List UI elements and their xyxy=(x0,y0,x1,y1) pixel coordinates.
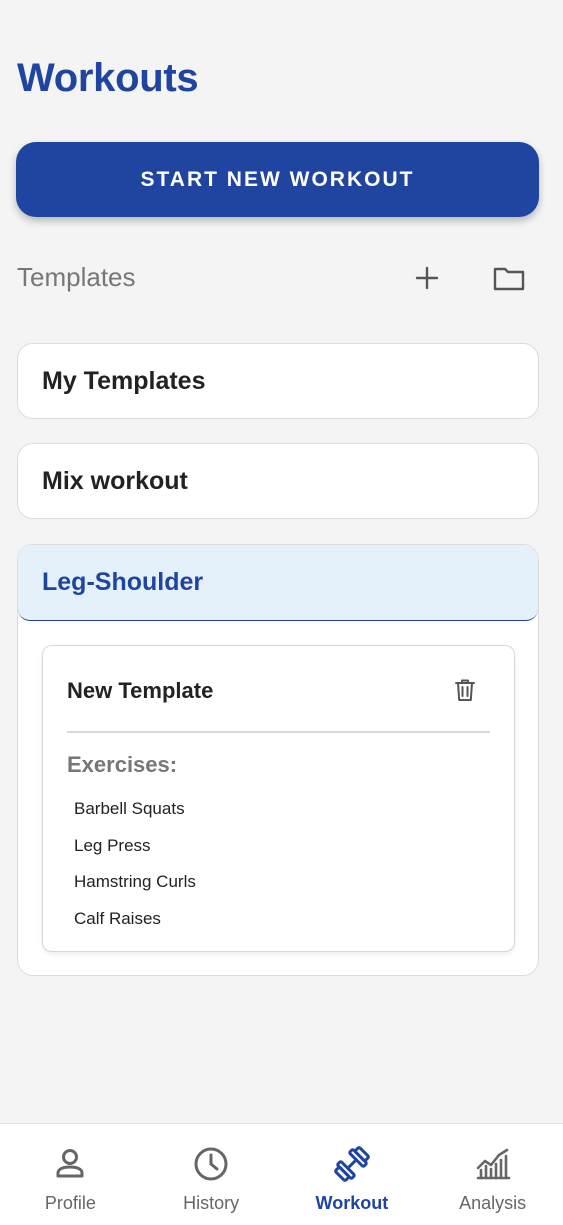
exercise-item: Barbell Squats xyxy=(74,799,185,818)
nav-item-workout[interactable]: Workout xyxy=(282,1124,423,1225)
nav-item-profile[interactable]: Profile xyxy=(0,1124,141,1225)
nav-label: Analysis xyxy=(459,1193,527,1213)
template-card[interactable]: New Template Exercises: Barbell Squats L… xyxy=(42,645,515,952)
start-new-workout-button[interactable]: START NEW WORKOUT xyxy=(16,142,539,217)
dumbbell-icon xyxy=(332,1144,372,1184)
templates-header: Templates xyxy=(17,258,547,298)
divider xyxy=(67,731,490,733)
nav-label: Profile xyxy=(44,1193,96,1213)
nav-label: Workout xyxy=(315,1193,389,1213)
bottom-navigation: Profile History Workout Analysis xyxy=(0,1123,563,1225)
templates-section-label: Templates xyxy=(17,262,136,292)
folder-leg-shoulder: Leg-Shoulder New Template Exercises: Bar… xyxy=(17,544,539,976)
exercise-list: Barbell Squats Leg Press Hamstring Curls… xyxy=(74,798,196,944)
folder-my-templates[interactable]: My Templates xyxy=(17,343,539,419)
nav-item-history[interactable]: History xyxy=(141,1124,282,1225)
exercise-item: Hamstring Curls xyxy=(74,872,196,891)
nav-label: History xyxy=(183,1193,240,1213)
folder-title: Mix workout xyxy=(42,466,188,495)
template-name: New Template xyxy=(67,678,214,703)
exercises-label: Exercises: xyxy=(67,752,178,777)
new-folder-icon[interactable] xyxy=(491,260,527,296)
person-icon xyxy=(50,1144,90,1184)
nav-item-analysis[interactable]: Analysis xyxy=(422,1124,563,1225)
trash-icon[interactable] xyxy=(451,676,479,704)
folder-title-expanded[interactable]: Leg-Shoulder xyxy=(18,545,538,621)
add-template-icon[interactable] xyxy=(409,260,445,296)
exercise-item: Leg Press xyxy=(74,835,151,855)
page-title: Workouts xyxy=(17,56,199,100)
workouts-screen: Workouts START NEW WORKOUT Templates My … xyxy=(0,0,563,1225)
folder-title: My Templates xyxy=(42,366,206,395)
folder-mix-workout[interactable]: Mix workout xyxy=(17,443,539,519)
exercise-item: Calf Raises xyxy=(74,908,161,928)
clock-icon xyxy=(191,1144,231,1184)
chart-icon xyxy=(473,1144,513,1184)
